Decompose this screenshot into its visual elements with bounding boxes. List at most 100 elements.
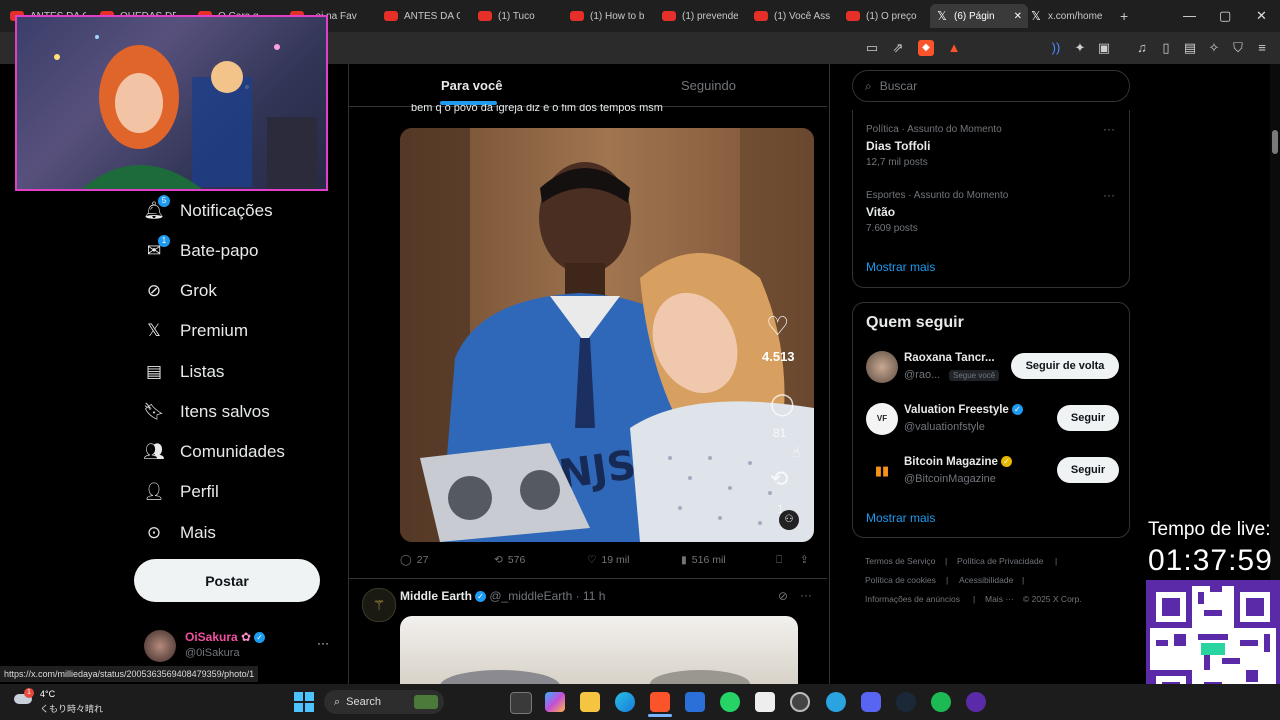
browser-tab[interactable]: (1) Tuco: [478, 4, 554, 28]
steam-icon[interactable]: [896, 692, 916, 712]
app-icon[interactable]: [966, 692, 986, 712]
tab-for-you[interactable]: Para você: [441, 78, 502, 93]
follows-you-badge: Segue você: [949, 370, 1000, 381]
tweet-media[interactable]: NJSQ ♡ 4.513 ◯ 81 ⟲ 1 ⚇: [400, 128, 814, 542]
menu-icon[interactable]: ≡: [1254, 40, 1270, 56]
copilot-icon[interactable]: [545, 692, 565, 712]
tab-following[interactable]: Seguindo: [681, 78, 736, 93]
taskbar-search[interactable]: ⌕ Search: [324, 690, 444, 714]
post-button[interactable]: Postar: [134, 559, 320, 602]
nav-item-communities[interactable]: 👥︎ Comunidades: [143, 442, 285, 462]
spotify-icon[interactable]: [931, 692, 951, 712]
share-icon[interactable]: ⇗: [890, 40, 906, 56]
nav-item-profile[interactable]: 👤︎ Perfil: [143, 482, 219, 502]
avatar[interactable]: VF: [866, 403, 898, 435]
windows-start-icon[interactable]: [294, 692, 314, 712]
task-view-icon[interactable]: [510, 692, 532, 714]
capcut-icon[interactable]: [755, 692, 775, 712]
footer-link[interactable]: Termos de Serviço: [865, 556, 935, 566]
comment-overlay-icon[interactable]: ◯: [770, 391, 795, 417]
tweet-more-icon[interactable]: ···: [800, 588, 812, 602]
vpn-icon[interactable]: ⛉: [1230, 40, 1246, 56]
close-window-icon[interactable]: ✕: [1256, 8, 1267, 24]
follow-show-more-link[interactable]: Mostrar mais: [866, 511, 935, 525]
footer-link[interactable]: Mais ···: [985, 594, 1014, 604]
youtube-icon: [570, 11, 584, 21]
file-explorer-icon[interactable]: [580, 692, 600, 712]
nav-item-bookmarks[interactable]: 🔖︎ Itens salvos: [143, 402, 270, 422]
avatar[interactable]: ⚚: [362, 588, 396, 622]
browser-tab-active[interactable]: 𝕏 (6) Págin ✕: [930, 4, 1028, 28]
obs-icon[interactable]: [790, 692, 810, 712]
reader-icon[interactable]: ▣: [1096, 40, 1112, 56]
browser-tab[interactable]: (1) prevende: [662, 4, 738, 28]
bookmark-action[interactable]: ⎕: [776, 554, 782, 567]
media-options-icon[interactable]: ⚇: [779, 510, 799, 530]
follow-handle: @valuationfstyle: [904, 421, 985, 433]
share-action[interactable]: ⇪: [800, 554, 809, 566]
close-tab-icon[interactable]: ✕: [1014, 11, 1022, 22]
nav-item-premium[interactable]: 𝕏 Premium: [144, 321, 248, 341]
repost-action[interactable]: ⟲ 576: [494, 554, 525, 566]
brave-icon[interactable]: [650, 692, 670, 712]
leo-ai-icon[interactable]: ✧: [1206, 40, 1222, 56]
edge-icon[interactable]: [615, 692, 635, 712]
nav-item-grok[interactable]: ⊘ Grok: [144, 281, 217, 301]
media-icon[interactable]: ♫: [1134, 40, 1150, 56]
maximize-icon[interactable]: ▢: [1219, 8, 1231, 24]
minimize-icon[interactable]: —: [1183, 8, 1196, 23]
trend-name[interactable]: Dias Toffoli: [866, 139, 930, 153]
brave-shield-icon[interactable]: ◆: [918, 40, 934, 56]
nav-item-notifications[interactable]: 🔔︎ 5 Notificações: [143, 195, 273, 221]
views-action[interactable]: ▮ 516 mil: [681, 554, 726, 566]
follow-name[interactable]: Valuation Freestyle ✓: [904, 404, 1023, 416]
like-action[interactable]: ♡ 19 mil: [587, 554, 629, 566]
grok-explain-icon[interactable]: ⊘: [778, 589, 788, 603]
trends-show-more-link[interactable]: Mostrar mais: [866, 260, 935, 274]
new-tab-button[interactable]: +: [1120, 4, 1134, 28]
footer-link[interactable]: Acessibilidade: [959, 575, 1013, 585]
footer-link[interactable]: Política de cookies: [865, 575, 936, 585]
follow-name[interactable]: Bitcoin Magazine ✓: [904, 456, 1012, 468]
footer-link[interactable]: Informações de anúncios: [865, 594, 960, 604]
weather-temp[interactable]: 4°C: [40, 689, 55, 699]
account-more-icon[interactable]: ···: [317, 636, 329, 650]
next-tweet-media[interactable]: [400, 616, 798, 684]
browser-tab[interactable]: (1) Você Ass: [754, 4, 830, 28]
whatsapp-icon[interactable]: [720, 692, 740, 712]
audio-icon[interactable]: )): [1048, 40, 1064, 56]
follow-back-button[interactable]: Seguir de volta: [1011, 353, 1119, 379]
follow-button[interactable]: Seguir: [1057, 457, 1119, 483]
browser-tab[interactable]: (1) O preço: [846, 4, 922, 28]
trend-more-icon[interactable]: ···: [1103, 122, 1115, 136]
scrollbar-thumb[interactable]: [1272, 130, 1278, 154]
store-icon[interactable]: [685, 692, 705, 712]
cast-icon[interactable]: ▭: [864, 40, 880, 56]
browser-tab[interactable]: (1) How to b: [570, 4, 646, 28]
repost-overlay-icon[interactable]: ⟲: [770, 466, 788, 492]
telegram-icon[interactable]: [826, 692, 846, 712]
follow-button[interactable]: Seguir: [1057, 405, 1119, 431]
account-name: OiSakura ✿ ✓: [185, 630, 266, 644]
weather-icon[interactable]: 1: [14, 688, 34, 708]
bitcoin-magazine-logo-icon[interactable]: ▮▮: [866, 455, 898, 487]
extensions-icon[interactable]: ✦: [1072, 40, 1088, 56]
reply-action[interactable]: ◯ 27: [400, 554, 428, 566]
nav-item-messages[interactable]: ✉ 1 Bate-papo: [144, 235, 258, 261]
heart-overlay-icon[interactable]: ♡: [766, 311, 789, 342]
trend-name[interactable]: Vitão: [866, 205, 895, 219]
brave-rewards-icon[interactable]: ▲: [946, 40, 962, 56]
wallet-icon[interactable]: ▤: [1182, 40, 1198, 56]
trend-more-icon[interactable]: ···: [1103, 188, 1115, 202]
nav-item-lists[interactable]: ▤ Listas: [144, 362, 224, 382]
search-input[interactable]: ⌕ Buscar: [852, 70, 1130, 102]
sidebar-icon[interactable]: ▯: [1158, 40, 1174, 56]
follow-name[interactable]: Raoxana Tancr...: [904, 352, 995, 364]
avatar[interactable]: [866, 351, 898, 383]
browser-tab[interactable]: ANTES DA C: [384, 4, 460, 28]
nav-item-more[interactable]: ⊙ Mais: [144, 523, 216, 543]
discord-icon[interactable]: [861, 692, 881, 712]
account-switcher[interactable]: OiSakura ✿ ✓ @0iSakura ···: [144, 628, 344, 664]
browser-tab[interactable]: 𝕏x.com/home: [1030, 4, 1110, 28]
footer-link[interactable]: Política de Privacidade: [957, 556, 1043, 566]
